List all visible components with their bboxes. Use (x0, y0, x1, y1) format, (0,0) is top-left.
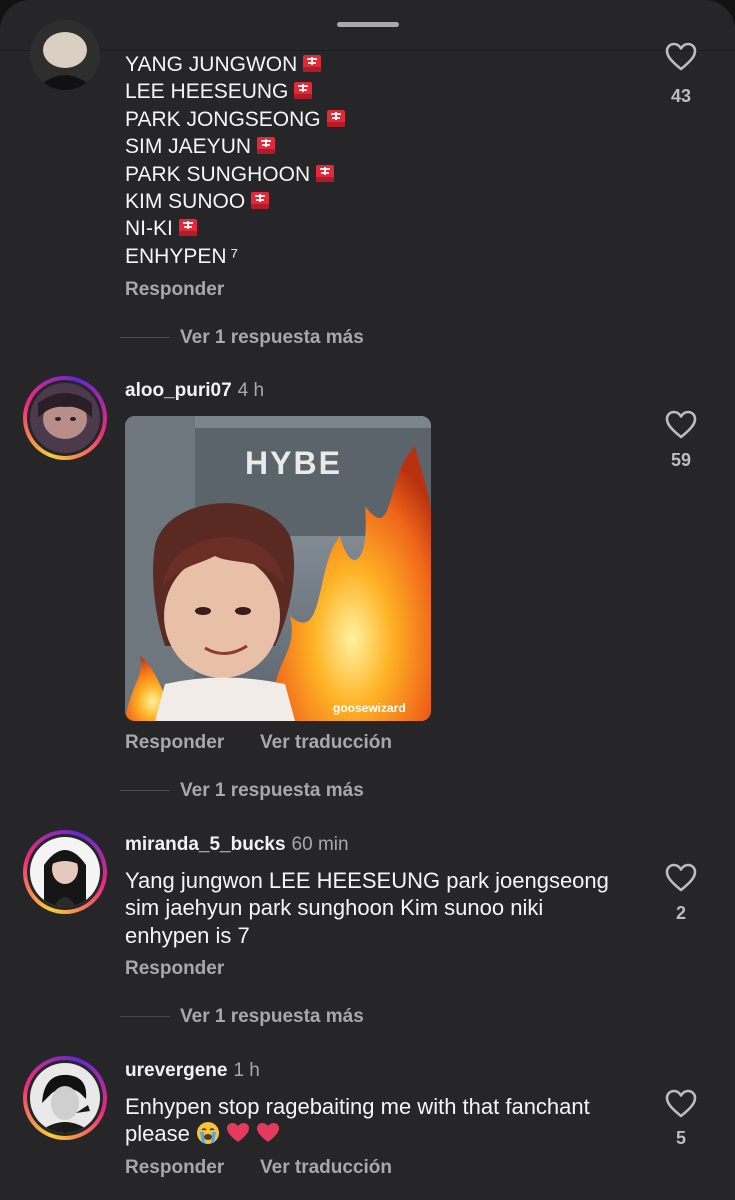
replies-divider-line (120, 1016, 170, 1018)
comment-username-line: urevergene 1 h (125, 1060, 260, 1082)
siren-icon (316, 164, 335, 182)
comment-line: KIM SUNOO (125, 188, 347, 215)
heart-outline-icon[interactable] (665, 1089, 697, 1119)
view-more-replies-label: Ver 1 respuesta más (180, 327, 364, 348)
comments-sheet: YANG JUNGWON LEE HEESEUNG PARK JONGSEONG… (0, 0, 735, 1200)
comment-time: 60 min (291, 834, 349, 855)
comment-line: LEE HEESEUNG (125, 78, 347, 105)
username[interactable]: urevergene (125, 1060, 227, 1081)
avatar-photo (30, 20, 100, 90)
superscript-seven: ⁷ (230, 244, 239, 268)
comment-line: SIM JAEYUN (125, 133, 347, 160)
comment-gif-image[interactable]: HYBE goosewizard (125, 416, 431, 721)
comment-1-text: YANG JUNGWON LEE HEESEUNG PARK JONGSEONG… (125, 51, 347, 270)
comment-emojis (196, 1121, 280, 1151)
heart-outline-icon[interactable] (665, 42, 697, 72)
replies-divider-line (120, 790, 170, 792)
comment-text: Enhypen stop ragebaiting me with that fa… (125, 1093, 625, 1152)
heart-outline-icon[interactable] (665, 863, 697, 893)
reply-button[interactable]: Responder (125, 279, 224, 301)
avatar-photo (30, 837, 100, 907)
comment-text-content: Enhypen stop ragebaiting me with that fa… (125, 1094, 590, 1147)
siren-icon (294, 82, 313, 100)
like-count: 59 (670, 450, 692, 470)
siren-icon (251, 192, 270, 210)
view-more-replies-label: Ver 1 respuesta más (180, 1006, 364, 1027)
comment-line: YANG JUNGWON (125, 51, 347, 78)
broken-heart-icon (227, 1123, 250, 1143)
siren-icon (303, 55, 322, 72)
reply-button[interactable]: Responder (125, 958, 224, 980)
like-count: 5 (675, 1128, 686, 1148)
like-count: 43 (670, 86, 692, 106)
comment-username-line: aloo_puri07 4 h (125, 380, 264, 402)
view-more-replies[interactable]: Ver 1 respuesta más (120, 327, 364, 349)
avatar-photo (30, 383, 100, 453)
commenter-avatar-story[interactable] (23, 376, 107, 460)
comment-time: 1 h (233, 1060, 260, 1081)
comment-line: PARK SUNGHOON (125, 161, 347, 188)
comment-username-line: miranda_5_bucks 60 min (125, 834, 349, 856)
heart-outline-icon[interactable] (665, 410, 697, 440)
siren-icon (178, 219, 197, 237)
commenter-avatar-story[interactable] (23, 1056, 107, 1140)
translate-button[interactable]: Ver traducción (260, 732, 392, 754)
comment-line: PARK JONGSEONG (125, 106, 347, 133)
translate-button[interactable]: Ver traducción (260, 1157, 392, 1179)
like-count: 2 (675, 903, 686, 923)
username[interactable]: miranda_5_bucks (125, 834, 286, 855)
gif-illustration: HYBE goosewizard (125, 416, 431, 721)
crying-face-icon (196, 1122, 219, 1145)
siren-icon (257, 137, 276, 155)
reply-button[interactable]: Responder (125, 1157, 224, 1179)
reply-button[interactable]: Responder (125, 732, 224, 754)
view-more-replies[interactable]: Ver 1 respuesta más (120, 780, 364, 802)
image-building-sign: HYBE (245, 445, 342, 481)
replies-divider-line (120, 337, 170, 339)
username[interactable]: aloo_puri07 (125, 380, 232, 401)
commenter-avatar-story[interactable] (23, 830, 107, 914)
comment-line: NI-KI (125, 215, 347, 242)
broken-heart-icon (257, 1123, 280, 1143)
avatar-photo (30, 1063, 100, 1133)
commenter-avatar[interactable] (30, 20, 100, 90)
view-more-replies[interactable]: Ver 1 respuesta más (120, 1006, 364, 1028)
view-more-replies-label: Ver 1 respuesta más (180, 780, 364, 801)
comment-time: 4 h (237, 380, 265, 401)
sheet-drag-handle[interactable] (337, 22, 399, 27)
sheet-top-divider (0, 50, 735, 51)
comment-text: Yang jungwon LEE HEESEUNG park joengseon… (125, 868, 609, 948)
comment-line: ENHYPEN ⁷ (125, 244, 239, 268)
siren-icon (326, 109, 345, 127)
image-watermark: goosewizard (333, 701, 406, 715)
